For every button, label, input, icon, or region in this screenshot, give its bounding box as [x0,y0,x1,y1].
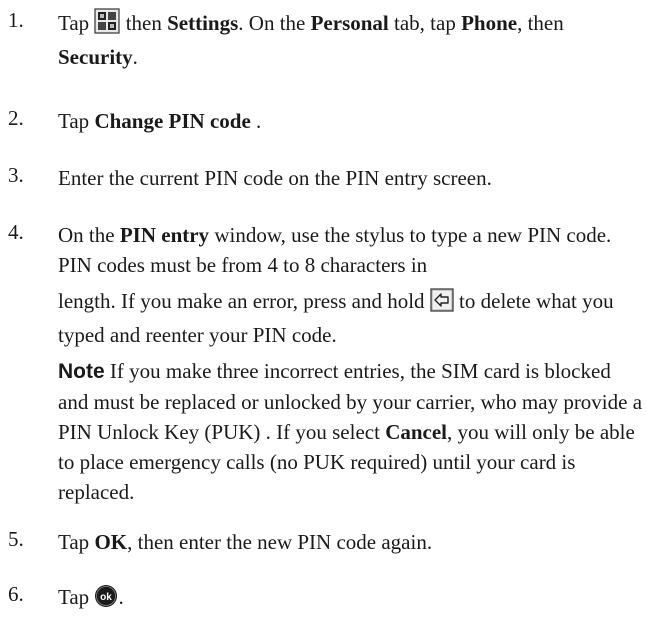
step-number: 3. [8,163,24,187]
ok-button-icon: ok [94,584,118,616]
start-menu-icon [94,8,121,42]
step-number: 1. [8,8,24,32]
step-text: Tap then Settings. On the Personal tab, … [58,8,643,72]
step-text: Enter the current PIN code on the PIN en… [58,166,492,190]
step-text: Tap OK, then enter the new PIN code agai… [58,530,433,554]
step-text: On the PIN entry window, use the stylus … [58,220,643,507]
step-number: 2. [8,106,24,130]
step-number: 4. [8,220,24,244]
note-label: Note [58,360,105,383]
svg-text:ok: ok [101,592,113,603]
step-number: 5. [8,527,24,551]
step-text: Tap Change PIN code . [58,109,262,133]
step-number: 6. [8,582,24,606]
step-text: Tap ok . [58,582,643,616]
note: Note If you make three incorrect entries… [58,359,643,504]
backspace-arrow-icon [430,288,454,320]
